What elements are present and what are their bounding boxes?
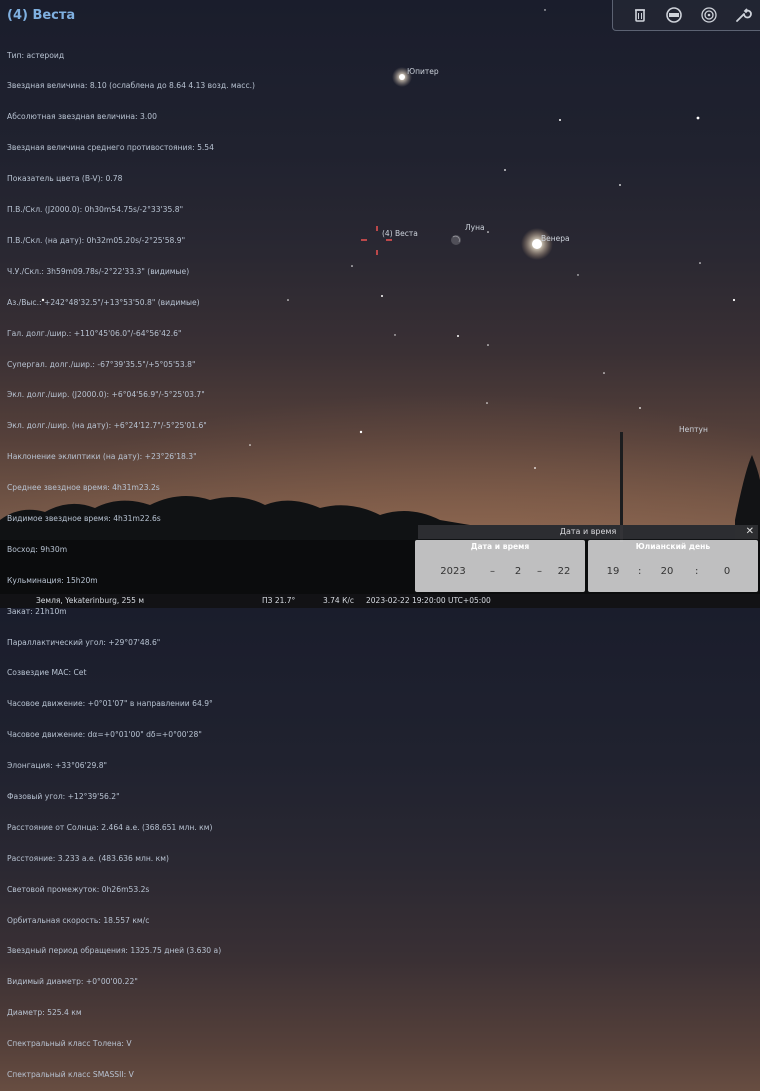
top-toolbar bbox=[612, 0, 760, 31]
info-line: Часовое движение: dα=+0°01'00" dδ=+0°00'… bbox=[7, 730, 202, 740]
info-line: Кульминация: 15h20m bbox=[7, 575, 98, 585]
info-line: Среднее звездное время: 4h31m23.2s bbox=[7, 483, 160, 493]
info-line: Видимое звездное время: 4h31m22.6s bbox=[7, 513, 161, 523]
hour-field[interactable]: 19 bbox=[600, 558, 626, 586]
info-line: Световой промежуток: 0h26m53.2s bbox=[7, 884, 150, 894]
status-bar: Земля, Yekaterinburg, 255 м ПЗ 21.7° 3.7… bbox=[0, 594, 760, 608]
display-icon[interactable] bbox=[664, 5, 684, 25]
object-title: (4) Веста bbox=[7, 8, 76, 23]
info-line: Аз./Выс.: +242°48'32.5"/+13°53'50.8" (ви… bbox=[7, 297, 200, 307]
info-line: Элонгация: +33°06'29.8" bbox=[7, 761, 108, 771]
info-line: Супергал. долг./шир.: -67°39'35.5"/+5°05… bbox=[7, 359, 196, 369]
info-line: Видимый диаметр: +0°00'00.22" bbox=[7, 977, 138, 987]
julian-day-header: Юлианский день bbox=[635, 542, 711, 551]
info-line: Ч.У./Скл.: 3h59m09.78s/-2°22'33.3" (види… bbox=[7, 266, 190, 276]
datetime-dialog-titlebar[interactable]: Дата и время ✕ bbox=[418, 525, 758, 539]
jupiter-label: Юпитер bbox=[407, 67, 439, 76]
info-line: Звездный период обращения: 1325.75 дней … bbox=[7, 946, 222, 956]
datetime-status: 2023-02-22 19:20:00 UTC+05:00 bbox=[366, 596, 491, 605]
second-field[interactable]: 0 bbox=[714, 558, 740, 586]
trash-icon[interactable] bbox=[630, 5, 650, 25]
info-line: Параллактический угол: +29°07'48.6" bbox=[7, 637, 161, 647]
year-field[interactable]: 2023 bbox=[429, 558, 477, 586]
info-line: Спектральный класс Толена: V bbox=[7, 1039, 132, 1049]
location-status: Земля, Yekaterinburg, 255 м bbox=[36, 596, 144, 605]
month-field[interactable]: 2 bbox=[507, 558, 529, 586]
target-icon[interactable] bbox=[699, 5, 719, 25]
info-line: Экл. долг./шир. (J2000.0): +6°04'56.9"/-… bbox=[7, 390, 205, 400]
info-line: П.В./Скл. (J2000.0): 0h30m54.75s/-2°33'3… bbox=[7, 205, 184, 215]
info-line: Восход: 9h30m bbox=[7, 544, 68, 554]
info-line: Спектральный класс SMASSII: V bbox=[7, 1069, 134, 1079]
info-line: Наклонение эклиптики (на дату): +23°26'1… bbox=[7, 452, 197, 462]
info-line: Звездная величина среднего противостояни… bbox=[7, 143, 214, 153]
vesta-label: (4) Веста bbox=[382, 229, 418, 238]
date-separator: – bbox=[537, 566, 542, 577]
info-line: Расстояние: 3.233 а.е. (483.636 млн. км) bbox=[7, 853, 169, 863]
info-line: Фазовый угол: +12°39'56.2" bbox=[7, 791, 120, 801]
date-separator: – bbox=[490, 566, 495, 577]
wrench-icon[interactable] bbox=[733, 5, 753, 25]
info-line: Экл. долг./шир. (на дату): +6°24'12.7"/-… bbox=[7, 421, 207, 431]
object-info-panel: Тип: астероид Звездная величина: 8.10 (о… bbox=[7, 30, 255, 1091]
venus-label: Венера bbox=[541, 234, 570, 243]
moon-label: Луна bbox=[465, 223, 485, 232]
info-line: Расстояние от Солнца: 2.464 а.е. (368.65… bbox=[7, 822, 213, 832]
date-panel: Дата и время 2023 – 2 – 22 bbox=[415, 540, 585, 592]
time-panel: Юлианский день 19 : 20 : 0 bbox=[588, 540, 758, 592]
fps-status: 3.74 К/с bbox=[323, 596, 355, 605]
info-line: П.В./Скл. (на дату): 0h32m05.20s/-2°25'5… bbox=[7, 235, 186, 245]
info-line: Абсолютная звездная величина: 3.00 bbox=[7, 112, 157, 122]
date-header: Дата и время bbox=[470, 542, 530, 551]
day-field[interactable]: 22 bbox=[551, 558, 577, 586]
info-line: Тип: астероид bbox=[7, 50, 65, 60]
info-line: Орбитальная скорость: 18.557 км/с bbox=[7, 915, 150, 925]
info-line: Показатель цвета (B-V): 0.78 bbox=[7, 174, 123, 184]
datetime-dialog-title: Дата и время bbox=[559, 527, 617, 536]
time-separator: : bbox=[638, 566, 642, 577]
fov-status: ПЗ 21.7° bbox=[262, 596, 296, 605]
info-line: Диаметр: 525.4 км bbox=[7, 1008, 82, 1018]
info-line: Гал. долг./шир.: +110°45'06.0"/-64°56'42… bbox=[7, 328, 182, 338]
info-line: Созвездие МАС: Cet bbox=[7, 668, 87, 678]
neptune-label: Нептун bbox=[679, 425, 708, 434]
info-line: Звездная величина: 8.10 (ослаблена до 8.… bbox=[7, 81, 256, 91]
time-separator: : bbox=[695, 566, 699, 577]
info-line: Часовое движение: +0°01'07" в направлени… bbox=[7, 699, 213, 709]
close-icon[interactable]: ✕ bbox=[746, 525, 754, 539]
minute-field[interactable]: 20 bbox=[654, 558, 680, 586]
info-line: Закат: 21h10m bbox=[7, 606, 67, 616]
